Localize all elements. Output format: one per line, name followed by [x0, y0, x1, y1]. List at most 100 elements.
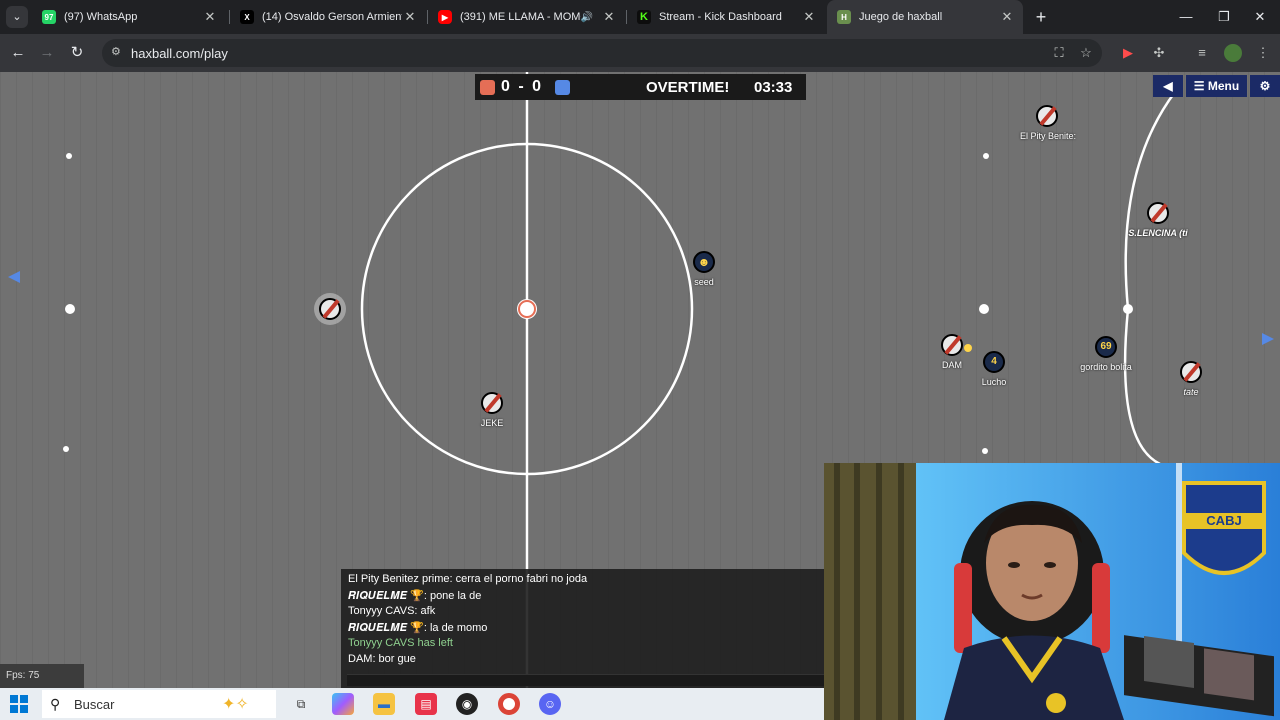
puzzle-icon[interactable]: ✣	[1150, 44, 1168, 62]
tab-twitter[interactable]: X (14) Osvaldo Gerson Armiento ✕	[230, 0, 426, 34]
tab-label: Juego de haxball	[859, 11, 943, 23]
tab-label: (97) WhatsApp	[64, 11, 138, 23]
red-team-icon	[480, 80, 495, 95]
close-tab-icon[interactable]: ✕	[601, 9, 617, 25]
app-red-icon[interactable]: ▤	[415, 693, 437, 715]
taskbar-search[interactable]: ⚲ Buscar ✦✧	[42, 690, 276, 718]
windows-taskbar: ⚲ Buscar ✦✧ ⧉ ▬ ▤ ◉ ☺	[0, 688, 824, 720]
right-goal-marker	[1262, 333, 1274, 345]
tab-haxball[interactable]: H Juego de haxball ✕	[827, 0, 1023, 34]
player-red	[481, 392, 503, 414]
tab-strip: ⌄ 97 (97) WhatsApp ✕ X (14) Osvaldo Gers…	[0, 0, 1280, 34]
speaker-icon[interactable]: 🔊	[581, 12, 593, 23]
extension-icon[interactable]: ▶	[1119, 44, 1137, 62]
chat-line: Tonyyy CAVS: afk	[348, 605, 436, 617]
sound-toggle-icon[interactable]: ◀	[1153, 75, 1183, 97]
overtime-label: OVERTIME!	[646, 79, 730, 96]
scoreboard: 0 - 0 OVERTIME! 03:33	[475, 74, 806, 100]
file-explorer-icon[interactable]: ▬	[373, 693, 395, 715]
chat-line: 𝑹𝑰𝑸𝑼𝑬𝑳𝑴𝑬 🏆: pone la de	[348, 590, 482, 602]
profile-icon[interactable]	[1224, 44, 1242, 62]
player-red	[1147, 202, 1169, 224]
chrome-icon[interactable]	[498, 693, 520, 715]
player-name: seed	[694, 277, 714, 287]
x-logo-icon: X	[240, 10, 254, 24]
score-red: 0	[501, 78, 510, 95]
blue-team-icon	[555, 80, 570, 95]
player-red	[941, 334, 963, 356]
close-tab-icon[interactable]: ✕	[801, 9, 817, 25]
game-menu-button[interactable]: ☰ Menu	[1186, 75, 1247, 97]
new-tab-button[interactable]: +	[1030, 6, 1052, 28]
player-red	[1180, 361, 1202, 383]
haxball-icon: H	[837, 10, 851, 24]
chat-input[interactable]	[347, 674, 824, 686]
player-name: Lucho	[981, 377, 1007, 387]
player-name: El Pity Benite:	[1019, 131, 1077, 141]
field-post	[983, 153, 989, 159]
tab-search-button[interactable]: ⌄	[6, 6, 28, 28]
tab-label: Stream - Kick Dashboard	[659, 11, 782, 23]
tab-label: (391) ME LLAMA - MOMO	[460, 11, 581, 23]
media-icon[interactable]: ≡	[1193, 44, 1211, 62]
search-icon: ⚲	[50, 696, 61, 712]
copilot-sparkle-icon: ✦✧	[222, 696, 249, 713]
task-view-icon[interactable]: ⧉	[290, 693, 312, 715]
chat-line-system: Tonyyy CAVS has left	[348, 637, 453, 649]
player-name: S.LENCINA (ti	[1128, 228, 1188, 238]
player-red	[1036, 105, 1058, 127]
gear-icon[interactable]: ⚙	[1250, 75, 1280, 97]
close-tab-icon[interactable]: ✕	[202, 9, 218, 25]
tab-whatsapp[interactable]: 97 (97) WhatsApp ✕	[32, 0, 226, 34]
windows-start-icon[interactable]	[10, 695, 28, 713]
right-area-arc	[1123, 91, 1177, 466]
chat-line: DAM: bor gue	[348, 653, 416, 665]
forward-icon[interactable]: →	[36, 42, 58, 64]
tab-label: (14) Osvaldo Gerson Armiento	[262, 11, 402, 23]
player-self	[319, 298, 341, 320]
close-tab-icon[interactable]: ✕	[999, 9, 1015, 25]
field-post	[63, 446, 69, 452]
whatsapp-icon: 97	[42, 10, 56, 24]
player-blue: ☻	[693, 251, 715, 273]
field-post	[66, 153, 72, 159]
url-text: haxball.com/play	[131, 46, 228, 61]
player-blue: 4	[983, 351, 1005, 373]
back-icon[interactable]: ←	[7, 42, 29, 64]
svg-text:CABJ: CABJ	[1206, 513, 1241, 528]
kick-icon: K	[637, 10, 651, 24]
score-blue: 0	[532, 78, 542, 95]
youtube-icon: ▶	[438, 10, 452, 24]
kick-indicator	[964, 344, 972, 352]
field-post	[982, 448, 988, 454]
obs-icon[interactable]: ◉	[456, 693, 478, 715]
tab-youtube[interactable]: ▶ (391) ME LLAMA - MOMO 🔊 ✕	[428, 0, 625, 34]
player-name: gordito bolita	[1080, 362, 1132, 372]
site-info-icon[interactable]: ⚙	[111, 45, 125, 59]
field-post	[65, 304, 75, 314]
close-tab-icon[interactable]: ✕	[402, 9, 418, 25]
player-name: tate	[1183, 387, 1199, 397]
score-separator: -	[518, 78, 524, 95]
player-blue: 69	[1095, 336, 1117, 358]
reload-icon[interactable]: ↻	[66, 42, 88, 64]
copilot-icon[interactable]	[332, 693, 354, 715]
field-post	[1123, 304, 1133, 314]
chat-line: El Pity Benitez prime: cerra el porno fa…	[348, 573, 588, 585]
tab-kick[interactable]: K Stream - Kick Dashboard ✕	[627, 0, 825, 34]
player-name: JEKE	[480, 418, 504, 428]
close-window-button[interactable]: ✕	[1240, 0, 1280, 34]
search-placeholder: Buscar	[74, 697, 115, 712]
translate-icon[interactable]: ⛶	[1050, 44, 1068, 62]
address-bar[interactable]: ⚙ haxball.com/play	[102, 39, 1102, 67]
chat-line: 𝑹𝑰𝑸𝑼𝑬𝑳𝑴𝑬 🏆: la de momo	[348, 622, 488, 634]
maximize-button[interactable]: ❐	[1204, 0, 1244, 34]
star-icon[interactable]: ☆	[1077, 44, 1095, 62]
score-text: 0 - 0	[501, 78, 541, 96]
game-timer: 03:33	[754, 79, 793, 96]
discord-icon[interactable]: ☺	[539, 693, 561, 715]
chat-panel: El Pity Benitez prime: cerra el porno fa…	[341, 569, 824, 688]
menu-icon[interactable]: ⋮	[1254, 44, 1272, 62]
minimize-button[interactable]: —	[1166, 0, 1206, 34]
left-goal-marker	[8, 271, 20, 283]
